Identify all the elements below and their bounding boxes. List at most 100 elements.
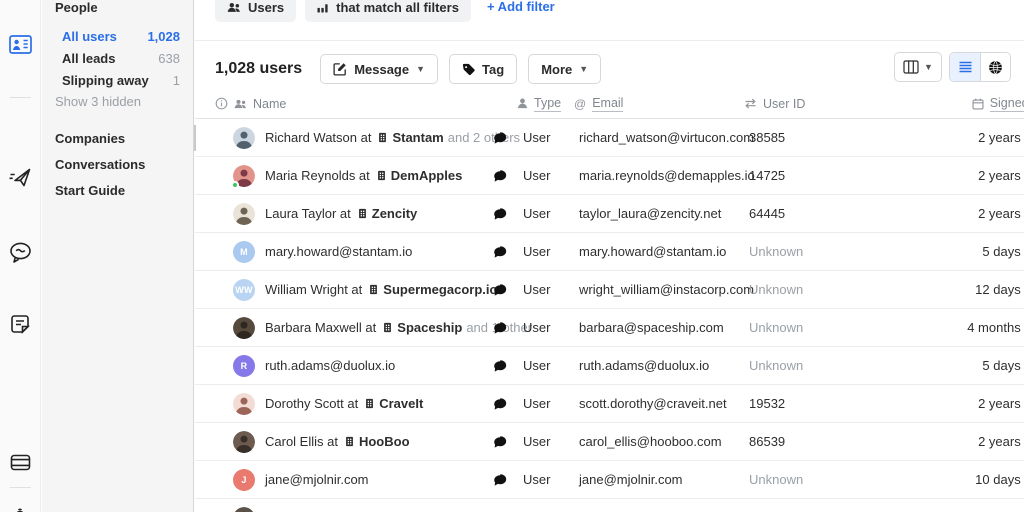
sidebar-segment-item[interactable]: Slipping away 1 — [42, 69, 193, 91]
message-button[interactable]: Message ▼ — [320, 54, 438, 84]
list-toolbar: 1,028 users Message ▼ Tag More ▼ — [195, 41, 1024, 89]
signed-up: 12 days ago — [934, 282, 1024, 297]
message-label: Message — [354, 62, 409, 77]
show-hidden-link[interactable]: Show 3 hidden — [55, 94, 141, 109]
knowledge-icon[interactable] — [8, 450, 32, 474]
avatar — [233, 127, 255, 149]
sidebar-link[interactable]: Start Guide — [42, 178, 193, 204]
columns-button[interactable]: ▼ — [894, 52, 942, 82]
outbound-icon[interactable] — [8, 165, 32, 189]
message-bubble-icon[interactable] — [493, 473, 507, 487]
signed-up: 10 days ago — [934, 472, 1024, 487]
message-bubble-icon[interactable] — [493, 435, 507, 449]
user-id: Unknown — [744, 472, 934, 487]
signed-up: 4 months ago — [934, 320, 1024, 335]
table-header: Name Type @ Email User ID — [195, 89, 1024, 119]
building-icon — [378, 132, 387, 143]
sidebar-segment-item[interactable]: All users 1,028 — [42, 25, 193, 47]
articles-icon[interactable] — [8, 312, 32, 336]
table-row[interactable]: Carol Ellis at HooBoo User carol_ellis@h… — [195, 423, 1024, 461]
message-bubble-icon[interactable] — [493, 321, 507, 335]
header-signed-up[interactable]: Signed up — [934, 96, 1024, 112]
chevron-down-icon: ▼ — [579, 64, 588, 74]
notifications-icon[interactable] — [8, 503, 32, 512]
header-user-id[interactable]: User ID — [744, 97, 934, 111]
header-type[interactable]: Type — [517, 96, 574, 112]
table-row[interactable]: WW William Wright at Supermegacorp.io — [195, 271, 1024, 309]
more-button[interactable]: More ▼ — [528, 54, 601, 84]
rail-divider — [10, 97, 31, 98]
user-id: 86539 — [744, 434, 934, 449]
header-email[interactable]: @ Email — [574, 96, 744, 112]
bubble-cell — [487, 245, 517, 259]
globe-icon — [988, 60, 1003, 75]
name-cell: Dorothy Scott at CraveIt — [215, 393, 487, 415]
table-row[interactable]: Barbara Maxwell at Spaceship and 1 other… — [195, 309, 1024, 347]
main-content: Users that match all filters + Add filte… — [195, 0, 1024, 512]
avatar-initials: M — [240, 247, 248, 257]
name-cell: M mary.howard@stantam.io — [215, 241, 487, 263]
audience-type-button[interactable]: Users — [215, 0, 296, 22]
bubble-cell — [487, 207, 517, 221]
user-id: Unknown — [744, 358, 934, 373]
table-row[interactable]: M mary.howard@stantam.io U — [195, 233, 1024, 271]
user-id: Unknown — [744, 244, 934, 259]
filter-bar: Users that match all filters + Add filte… — [195, 0, 1024, 41]
bubble-cell — [487, 169, 517, 183]
message-bubble-icon[interactable] — [493, 397, 507, 411]
user-type: User — [517, 396, 574, 411]
tag-button[interactable]: Tag — [449, 54, 517, 84]
calendar-icon — [972, 98, 984, 110]
segment-label: All leads — [62, 51, 115, 66]
user-type: User — [517, 282, 574, 297]
avatar — [233, 203, 255, 225]
table-row[interactable]: Richard Watson at Stantam and 2 others U… — [195, 119, 1024, 157]
building-icon — [358, 208, 367, 219]
segment-count: 1,028 — [147, 29, 180, 44]
user-email: richard_watson@virtucon.com — [574, 130, 744, 145]
user-type: User — [517, 168, 574, 183]
bubble-cell — [487, 321, 517, 335]
add-filter-link[interactable]: + Add filter — [487, 0, 555, 22]
signed-up: 2 years ago — [934, 168, 1024, 183]
header-name[interactable]: Name — [215, 97, 487, 111]
sidebar-links: Companies Conversations Start Guide — [42, 126, 193, 204]
bar-chart-icon — [317, 1, 329, 13]
more-label: More — [541, 62, 572, 77]
sidebar-link[interactable]: Conversations — [42, 152, 193, 178]
map-view-button[interactable] — [980, 53, 1010, 81]
header-user-id-label: User ID — [763, 97, 805, 111]
table-row[interactable]: J jane@mjolnir.com User — [195, 461, 1024, 499]
info-icon — [215, 97, 228, 110]
chevron-down-icon: ▼ — [416, 64, 425, 74]
sidebar-link[interactable]: Companies — [42, 126, 193, 152]
list-view-button[interactable] — [950, 53, 980, 81]
table-row[interactable]: Laura Taylor at Zencity User taylor_laur… — [195, 195, 1024, 233]
user-type: User — [517, 320, 574, 335]
avatar: M — [233, 241, 255, 263]
match-filters-label: that match all filters — [336, 0, 459, 15]
message-bubble-icon[interactable] — [493, 207, 507, 221]
header-name-label: Name — [253, 97, 286, 111]
sidebar-segment-item[interactable]: All leads 638 — [42, 47, 193, 69]
user-type: User — [517, 434, 574, 449]
table-row[interactable]: R ruth.adams@duolux.io Use — [195, 347, 1024, 385]
table-row[interactable] — [195, 499, 1024, 512]
message-bubble-icon[interactable] — [493, 169, 507, 183]
conversations-icon[interactable] — [8, 240, 32, 264]
match-filters-button[interactable]: that match all filters — [305, 0, 471, 22]
message-bubble-icon[interactable] — [493, 131, 507, 145]
message-bubble-icon[interactable] — [493, 283, 507, 297]
name-cell: Laura Taylor at Zencity — [215, 203, 487, 225]
message-bubble-icon[interactable] — [493, 359, 507, 373]
message-bubble-icon[interactable] — [493, 245, 507, 259]
table-row[interactable]: Maria Reynolds at DemApples User maria.r… — [195, 157, 1024, 195]
header-email-label: Email — [592, 96, 623, 112]
contacts-icon[interactable] — [8, 32, 32, 56]
user-type: User — [517, 130, 574, 145]
avatar — [233, 431, 255, 453]
table-row[interactable]: Dorothy Scott at CraveIt User scott.doro… — [195, 385, 1024, 423]
segment-count: 638 — [158, 51, 180, 66]
tag-icon — [462, 63, 475, 76]
user-id: Unknown — [744, 282, 934, 297]
